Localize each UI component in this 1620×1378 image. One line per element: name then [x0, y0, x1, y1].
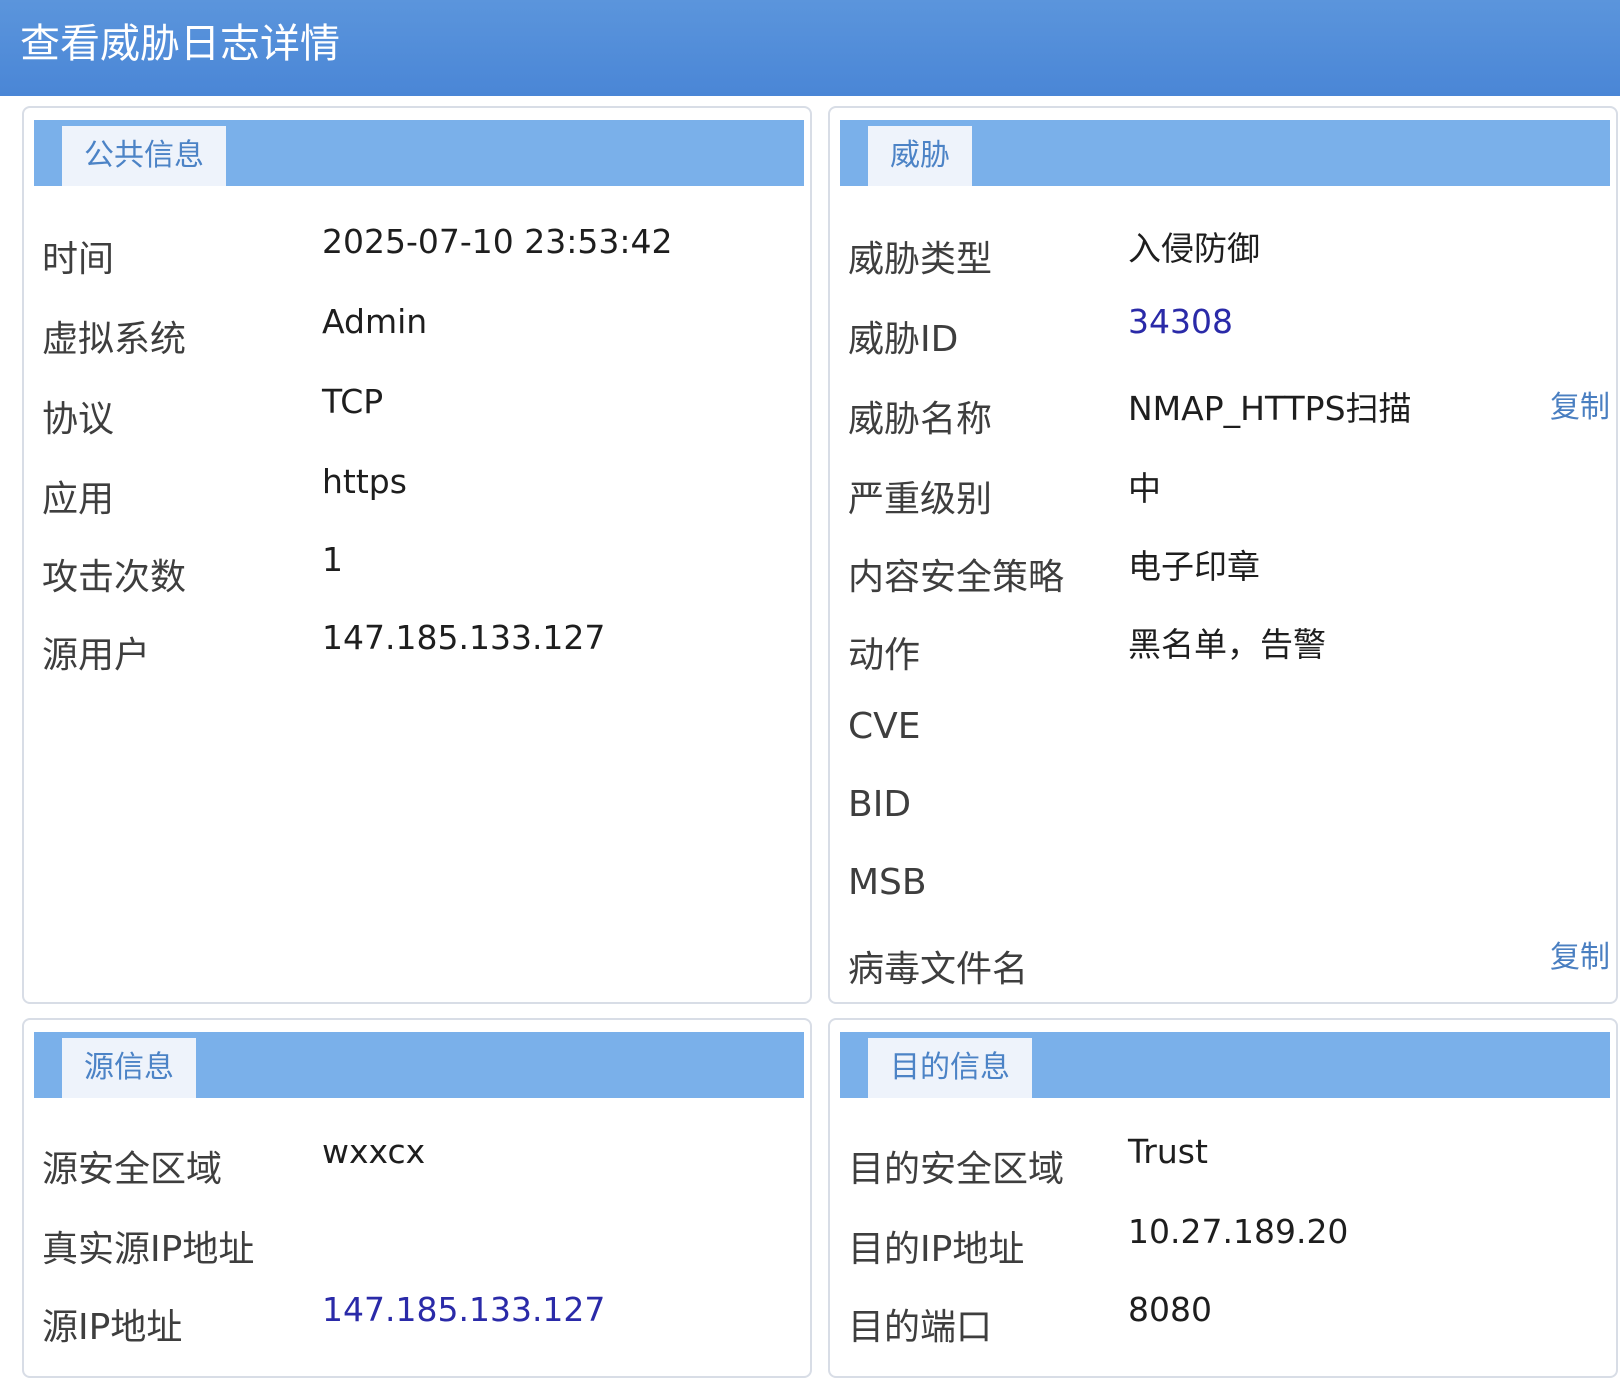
source-user-value: 147.185.133.127 — [322, 618, 606, 657]
dest-ip-row: 目的IP地址 10.27.189.20 — [830, 1210, 1616, 1270]
dest-info-header: 目的信息 — [840, 1032, 1610, 1098]
virtual-system-row: 虚拟系统 Admin — [24, 300, 810, 360]
content-policy-row: 内容安全策略 电子印章 — [830, 538, 1616, 598]
dest-info-tab[interactable]: 目的信息 — [868, 1038, 1032, 1098]
application-label: 应用 — [42, 479, 115, 520]
virus-filename-row: 病毒文件名 复制 — [830, 930, 1616, 990]
threat-id-row: 威胁ID 34308 — [830, 300, 1616, 360]
attack-count-row: 攻击次数 1 — [24, 538, 810, 598]
threat-panel: 威胁 威胁类型 入侵防御 威胁ID 34308 威胁名称 NMAP_HTTPS扫… — [828, 106, 1618, 1004]
public-info-panel: 公共信息 时间 2025-07-10 23:53:42 虚拟系统 Admin 协… — [22, 106, 812, 1004]
source-info-tab[interactable]: 源信息 — [62, 1038, 196, 1098]
virtual-system-value: Admin — [322, 302, 428, 341]
msb-row: MSB — [830, 852, 1616, 912]
copy-virus-filename-button[interactable]: 复制 — [1550, 932, 1610, 976]
virus-filename-label: 病毒文件名 — [848, 949, 1029, 990]
threat-type-value: 入侵防御 — [1128, 229, 1260, 268]
dest-port-label: 目的端口 — [848, 1307, 993, 1348]
dest-info-panel: 目的信息 目的安全区域 Trust 目的IP地址 10.27.189.20 目的… — [828, 1018, 1618, 1378]
real-source-ip-row: 真实源IP地址 — [24, 1210, 810, 1270]
attack-count-label: 攻击次数 — [42, 557, 187, 598]
dest-port-value: 8080 — [1128, 1290, 1212, 1329]
source-ip-label: 源IP地址 — [42, 1307, 183, 1348]
application-value: https — [322, 462, 407, 501]
source-ip-link[interactable]: 147.185.133.127 — [322, 1290, 605, 1329]
threat-name-label: 威胁名称 — [848, 399, 993, 440]
protocol-value: TCP — [322, 382, 384, 421]
severity-label: 严重级别 — [848, 479, 993, 520]
threat-header: 威胁 — [840, 120, 1610, 186]
threat-id-link[interactable]: 34308 — [1128, 302, 1233, 341]
protocol-row: 协议 TCP — [24, 380, 810, 440]
dest-zone-label: 目的安全区域 — [848, 1149, 1065, 1190]
dest-port-row: 目的端口 8080 — [830, 1288, 1616, 1348]
threat-type-label: 威胁类型 — [848, 239, 993, 280]
severity-value: 中 — [1128, 469, 1161, 508]
public-info-header: 公共信息 — [34, 120, 804, 186]
time-row: 时间 2025-07-10 23:53:42 — [24, 220, 810, 280]
dest-ip-label: 目的IP地址 — [848, 1229, 1025, 1270]
cve-row: CVE — [830, 696, 1616, 756]
attack-count-value: 1 — [322, 540, 343, 579]
bid-label: BID — [848, 784, 912, 825]
copy-threat-name-button[interactable]: 复制 — [1550, 382, 1610, 426]
virtual-system-label: 虚拟系统 — [42, 319, 187, 360]
source-zone-row: 源安全区域 wxxcx — [24, 1130, 810, 1190]
source-zone-label: 源安全区域 — [42, 1149, 223, 1190]
application-row: 应用 https — [24, 460, 810, 520]
threat-name-value: NMAP_HTTPS扫描 — [1128, 389, 1412, 428]
severity-row: 严重级别 中 — [830, 460, 1616, 520]
source-user-label: 源用户 — [42, 635, 151, 676]
bid-row: BID — [830, 774, 1616, 834]
dest-zone-row: 目的安全区域 Trust — [830, 1130, 1616, 1190]
source-ip-row: 源IP地址 147.185.133.127 — [24, 1288, 810, 1348]
action-label: 动作 — [848, 635, 921, 676]
window-title: 查看威胁日志详情 — [20, 21, 340, 67]
action-value: 黑名单，告警 — [1128, 625, 1326, 664]
msb-label: MSB — [848, 862, 927, 903]
content-policy-value: 电子印章 — [1128, 547, 1260, 586]
window-title-bar: 查看威胁日志详情 — [0, 0, 1620, 96]
real-source-ip-label: 真实源IP地址 — [42, 1229, 255, 1270]
content-policy-label: 内容安全策略 — [848, 557, 1065, 598]
source-zone-value: wxxcx — [322, 1132, 426, 1171]
source-user-row: 源用户 147.185.133.127 — [24, 616, 810, 676]
dest-zone-value: Trust — [1128, 1132, 1208, 1171]
source-info-panel: 源信息 源安全区域 wxxcx 真实源IP地址 源IP地址 147.185.13… — [22, 1018, 812, 1378]
threat-id-label: 威胁ID — [848, 319, 959, 360]
public-info-tab[interactable]: 公共信息 — [62, 126, 226, 186]
time-label: 时间 — [42, 239, 115, 280]
threat-name-row: 威胁名称 NMAP_HTTPS扫描 复制 — [830, 380, 1616, 440]
cve-label: CVE — [848, 706, 921, 747]
threat-type-row: 威胁类型 入侵防御 — [830, 220, 1616, 280]
time-value: 2025-07-10 23:53:42 — [322, 222, 673, 261]
action-row: 动作 黑名单，告警 — [830, 616, 1616, 676]
protocol-label: 协议 — [42, 399, 115, 440]
threat-tab[interactable]: 威胁 — [868, 126, 972, 186]
source-info-header: 源信息 — [34, 1032, 804, 1098]
dest-ip-value: 10.27.189.20 — [1128, 1212, 1349, 1251]
